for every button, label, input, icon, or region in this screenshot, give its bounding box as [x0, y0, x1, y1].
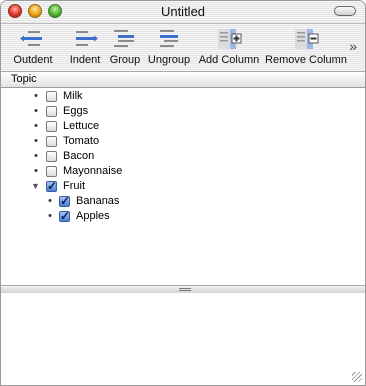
bullet-icon: •	[34, 135, 38, 147]
outline-view[interactable]: • Milk • Eggs • Lettuce • Tomato • Bacon…	[1, 88, 365, 285]
toolbar-toggle-button[interactable]	[334, 6, 356, 16]
add-column-button[interactable]: Add Column	[195, 24, 263, 71]
lettuce-checkbox[interactable]	[46, 121, 57, 132]
toolbar-overflow-chevron-icon[interactable]: »	[349, 38, 357, 54]
outdent-button[interactable]: Outdent	[5, 24, 61, 71]
group-button[interactable]: Group	[107, 24, 143, 71]
outline-row-fruit[interactable]: ▼ Fruit	[1, 179, 365, 195]
group-icon	[114, 30, 134, 47]
bullet-icon: •	[48, 195, 52, 207]
ungroup-icon	[160, 30, 178, 47]
outline-item-label: Tomato	[63, 135, 100, 147]
indent-icon	[76, 31, 98, 46]
bullet-icon: •	[34, 105, 38, 117]
group-label: Group	[109, 54, 141, 66]
outline-row-tomato[interactable]: • Tomato	[1, 135, 365, 150]
outline-row-eggs[interactable]: • Eggs	[1, 105, 365, 120]
disclosure-triangle-expanded-icon[interactable]: ▼	[31, 181, 40, 191]
add-column-label: Add Column	[198, 54, 260, 66]
resize-handle-icon[interactable]	[352, 372, 362, 382]
eggs-checkbox[interactable]	[46, 106, 57, 117]
bullet-icon: •	[34, 120, 38, 132]
toolbar: Outdent Indent Group Ungroup Add Column …	[1, 24, 365, 72]
outline-row-apples[interactable]: • Apples	[1, 209, 365, 225]
bullet-icon: •	[48, 210, 52, 222]
outline-item-label: Bananas	[76, 195, 120, 207]
tomato-checkbox[interactable]	[46, 136, 57, 147]
add-column-icon	[218, 29, 242, 49]
outline-item-label: Apples	[76, 210, 110, 222]
remove-column-label: Remove Column	[265, 54, 347, 66]
app-window: Untitled Outdent Indent Group Ungroup Ad…	[0, 0, 366, 386]
remove-column-icon	[295, 29, 319, 49]
outline-item-label: Mayonnaise	[63, 165, 123, 177]
title-bar[interactable]: Untitled	[1, 1, 365, 24]
window-title: Untitled	[160, 4, 206, 19]
outline-row-bacon[interactable]: • Bacon	[1, 150, 365, 165]
outline-row-mayonnaise[interactable]: • Mayonnaise	[1, 165, 365, 180]
mayonnaise-checkbox[interactable]	[46, 166, 57, 177]
indent-button[interactable]: Indent	[63, 24, 107, 71]
outline-item-label: Eggs	[63, 105, 89, 117]
bullet-icon: •	[34, 150, 38, 162]
outline-item-label: Bacon	[63, 150, 95, 162]
outline-item-label: Fruit	[63, 180, 85, 192]
bullet-icon: •	[34, 90, 38, 102]
divider-grip-icon	[179, 288, 191, 291]
outline-row-milk[interactable]: • Milk	[1, 90, 365, 105]
bacon-checkbox[interactable]	[46, 151, 57, 162]
milk-checkbox[interactable]	[46, 91, 57, 102]
bullet-icon: •	[34, 165, 38, 177]
ungroup-label: Ungroup	[147, 54, 191, 66]
apples-checkbox[interactable]	[59, 209, 70, 223]
outdent-icon	[20, 31, 42, 46]
outline-row-bananas[interactable]: • Bananas	[1, 194, 365, 210]
column-header-label: Topic	[11, 73, 37, 85]
notes-pane[interactable]	[1, 293, 365, 385]
column-header-topic[interactable]: Topic	[1, 72, 365, 88]
fruit-checkbox[interactable]	[46, 179, 57, 193]
outline-item-label: Milk	[63, 90, 83, 102]
remove-column-button[interactable]: Remove Column	[265, 24, 347, 71]
ungroup-button[interactable]: Ungroup	[145, 24, 193, 71]
outline-row-lettuce[interactable]: • Lettuce	[1, 120, 365, 135]
bananas-checkbox[interactable]	[59, 194, 70, 208]
indent-label: Indent	[69, 54, 101, 66]
outdent-label: Outdent	[13, 54, 53, 66]
outline-item-label: Lettuce	[63, 120, 100, 132]
